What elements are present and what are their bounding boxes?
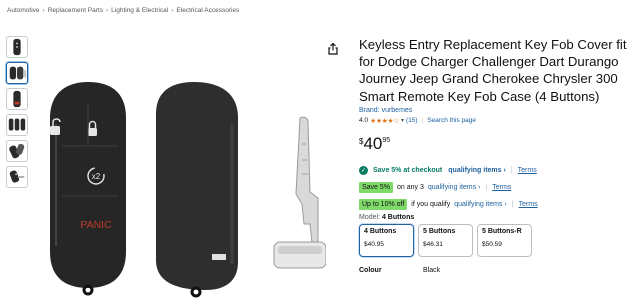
divider: |: [421, 117, 424, 125]
colour-row: Colour Black: [359, 267, 634, 274]
variant-name: 5 Buttons: [423, 227, 456, 235]
upto-badge: Up to 10% off: [359, 198, 408, 210]
breadcrumb: Automotive › Replacement Parts › Lighting & …: [7, 7, 239, 14]
variant-selector: 4 Buttons $40.95 5 Buttons $46.31 5 Butt…: [359, 223, 634, 257]
thumbnail-fob-front[interactable]: [6, 36, 28, 58]
variant-name: 4 Buttons: [364, 227, 397, 235]
thumbnail-fob-panic[interactable]: [6, 88, 28, 110]
thumbnail-strip: [6, 36, 28, 192]
share-icon[interactable]: [326, 42, 340, 56]
thumbnail-fob-open[interactable]: [6, 140, 28, 162]
rating-count-link[interactable]: (15): [406, 117, 418, 124]
save-badge: Save 5%: [359, 181, 394, 193]
price-fraction: 95: [382, 136, 391, 144]
terms-link[interactable]: Terms: [518, 167, 537, 174]
model-label-text: Model:: [359, 213, 381, 221]
breadcrumb-electrical-accessories[interactable]: Electrical Accessories: [176, 7, 239, 14]
breadcrumb-separator: ›: [105, 7, 109, 14]
product-title: Keyless Entry Replacement Key Fob Cover …: [359, 37, 627, 104]
model-label: Model: 4 Buttons: [359, 214, 634, 221]
qualifying-items-link[interactable]: qualifying items ›: [454, 201, 507, 208]
divider: |: [510, 166, 513, 174]
qualifying-items-link[interactable]: qualifying items ›: [428, 184, 481, 191]
check-circle-icon: ✓: [359, 165, 368, 175]
variant-4-buttons[interactable]: 4 Buttons $40.95: [359, 223, 414, 257]
price-whole: 40: [363, 133, 383, 153]
colour-label: Colour: [359, 266, 382, 274]
breadcrumb-separator: ›: [171, 7, 174, 14]
x2-label: x2: [92, 172, 101, 181]
terms-link[interactable]: Terms: [519, 201, 538, 208]
terms-link[interactable]: Terms: [492, 184, 511, 191]
price: $ 40 95: [359, 135, 634, 152]
save-any-text: on any 3: [397, 183, 424, 191]
variant-price: $40.95: [364, 240, 384, 248]
variant-5-buttons-r[interactable]: 5 Buttons-R $50.59: [477, 223, 532, 257]
divider: |: [511, 200, 514, 208]
colour-value: Black: [423, 266, 441, 274]
save-any-promo: Save 5% on any 3 qualifying items › | Te…: [359, 181, 634, 193]
search-this-page-link[interactable]: Search this page: [427, 117, 476, 124]
breadcrumb-lighting-electrical[interactable]: Lighting & Electrical: [111, 7, 168, 14]
brand-link[interactable]: Brand: vurbemes: [359, 107, 634, 114]
breadcrumb-automotive[interactable]: Automotive: [7, 7, 40, 14]
star-rating-icon[interactable]: ★★★★☆: [370, 117, 399, 125]
upto-text: if you qualify: [411, 200, 451, 208]
thumbnail-fob-side[interactable]: [6, 62, 28, 84]
checkout-promo-text: Save 5% at checkout: [373, 166, 443, 174]
product-info: Keyless Entry Replacement Key Fob Cover …: [359, 36, 634, 274]
checkout-promo: ✓ Save 5% at checkout qualifying items ›…: [359, 165, 634, 175]
rating-row: 4.0 ★★★★☆ ▾ (15) | Search this page: [359, 117, 634, 125]
panic-label: PANIC: [80, 219, 112, 231]
variant-price: $46.31: [423, 240, 443, 248]
thumbnail-fob-blade[interactable]: [6, 166, 28, 188]
model-selected-value: 4 Buttons: [381, 213, 415, 221]
divider: |: [485, 183, 488, 191]
chevron-down-icon[interactable]: ▾: [401, 117, 404, 124]
variant-name: 5 Buttons-R: [482, 227, 522, 235]
thumbnail-fob-case-set[interactable]: [6, 114, 28, 136]
breadcrumb-replacement-parts[interactable]: Replacement Parts: [48, 7, 103, 14]
rating-value: 4.0: [359, 117, 369, 125]
variant-5-buttons[interactable]: 5 Buttons $46.31: [418, 223, 473, 257]
variant-price: $50.59: [482, 240, 502, 248]
main-product-image[interactable]: x2 PANIC: [26, 74, 327, 304]
upto-promo: Up to 10% off if you qualify qualifying …: [359, 198, 634, 210]
qualifying-items-link[interactable]: qualifying items ›: [448, 167, 506, 174]
breadcrumb-separator: ›: [42, 7, 45, 14]
